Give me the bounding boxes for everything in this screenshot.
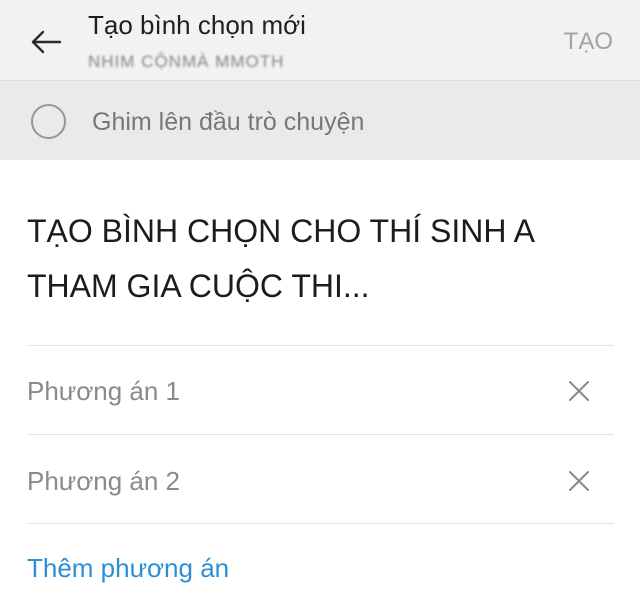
option-input-2[interactable]: Phương án 2 [27,466,180,497]
remove-option-1-button[interactable] [566,378,592,404]
pin-label: Ghim lên đầu trò chuyện [92,108,365,136]
conversation-name: NHIM CỘNMÀ MMOTH [88,52,285,71]
create-button[interactable]: TẠO [564,28,613,56]
pin-to-top-row[interactable]: Ghim lên đầu trò chuyện [0,80,640,160]
top-bar: Tạo bình chọn mới NHIM CỘNMÀ MMOTH TẠO [0,0,640,80]
arrow-left-icon [31,30,62,54]
option-input-1[interactable]: Phương án 1 [27,376,180,407]
close-icon [569,381,589,401]
divider [27,345,614,346]
page-title: Tạo bình chọn mới [88,10,306,40]
poll-question-input[interactable]: TẠO BÌNH CHỌN CHO THÍ SINH A THAM GIA CU… [27,204,617,314]
add-option-button[interactable]: Thêm phương án [27,553,229,584]
divider [27,523,614,524]
back-button[interactable] [24,22,68,62]
divider [27,434,614,435]
remove-option-2-button[interactable] [566,468,592,494]
pin-radio-button[interactable] [31,104,66,139]
close-icon [569,471,589,491]
